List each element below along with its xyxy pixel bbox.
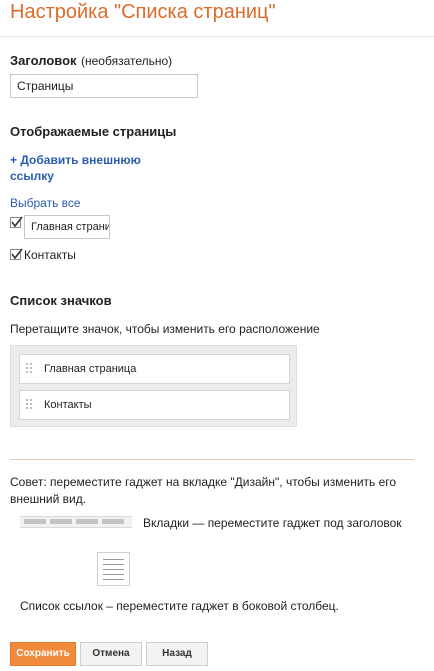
checkmark-icon: [11, 248, 23, 260]
page-title: Настройка "Списка страниц": [10, 1, 276, 23]
add-external-link-line2[interactable]: ссылку: [10, 168, 141, 184]
tips-divider: [10, 459, 414, 460]
pages-heading: Отображаемые страницы: [10, 124, 177, 139]
back-button[interactable]: Назад: [146, 642, 208, 666]
title-input[interactable]: [10, 74, 198, 98]
draggable-item-label: Главная страница: [44, 363, 137, 375]
draggable-item-contacts[interactable]: Контакты: [19, 390, 290, 420]
icon-list-hint: Перетащите значок, чтобы изменить его ра…: [10, 322, 320, 336]
cancel-button[interactable]: Отмена: [80, 642, 142, 666]
icon-list-heading: Список значков: [10, 293, 112, 308]
add-external-link-line1[interactable]: + Добавить внешнюю: [10, 152, 141, 168]
page-label-contacts: Контакты: [24, 248, 76, 262]
page-checkbox-contacts[interactable]: [10, 248, 23, 260]
page-name-input-home[interactable]: Главная страница: [24, 215, 110, 239]
link-list-layout-icon: [97, 552, 130, 586]
page-checkbox-home[interactable]: [10, 216, 23, 228]
title-field-label: Заголовок (необязательно): [10, 52, 172, 70]
title-field-optional: (необязательно): [80, 54, 173, 68]
tip-line-1: Совет: переместите гаджет на вкладке "Ди…: [10, 475, 397, 489]
checkmark-icon: [11, 216, 23, 228]
link-list-hint: Список ссылок – переместите гаджет в бок…: [20, 599, 339, 613]
tip-text: Совет: переместите гаджет на вкладке "Ди…: [10, 474, 420, 508]
icon-list-container: Главная страница Контакты: [10, 345, 297, 427]
tabs-layout-icon: [20, 516, 132, 528]
header-divider: [0, 36, 434, 37]
drag-handle-icon[interactable]: [26, 363, 36, 375]
draggable-item-home[interactable]: Главная страница: [19, 354, 290, 384]
add-external-link[interactable]: + Добавить внешнюю ссылку: [10, 152, 141, 184]
select-all-link[interactable]: Выбрать все: [10, 196, 81, 210]
draggable-item-label: Контакты: [44, 399, 92, 411]
tip-line-2: внешний вид.: [10, 492, 87, 506]
drag-handle-icon[interactable]: [26, 399, 36, 411]
title-field-label-text: Заголовок: [10, 53, 77, 68]
save-button[interactable]: Сохранить: [10, 642, 76, 666]
tabs-hint: Вкладки — переместите гаджет под заголов…: [143, 516, 402, 530]
